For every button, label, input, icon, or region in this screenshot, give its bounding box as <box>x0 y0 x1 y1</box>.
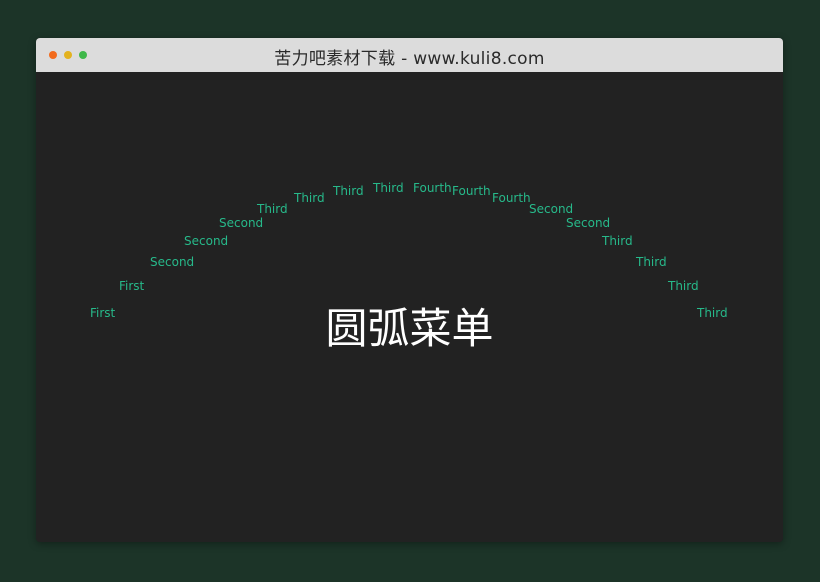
arc-menu-item-fourth[interactable]: Fourth <box>452 184 491 198</box>
arc-menu-item-third[interactable]: Third <box>257 202 288 216</box>
browser-window: 苦力吧素材下载 - www.kuli8.com First First Seco… <box>36 38 783 542</box>
arc-menu-item-second[interactable]: Second <box>566 216 610 230</box>
arc-menu-item-third[interactable]: Third <box>668 279 699 293</box>
page-title: 圆弧菜单 <box>325 304 494 353</box>
arc-menu-item-third[interactable]: Third <box>373 181 404 195</box>
arc-menu-item-third[interactable]: Third <box>602 234 633 248</box>
arc-menu-item-fourth[interactable]: Fourth <box>492 191 531 205</box>
window-title: 苦力吧素材下载 - www.kuli8.com <box>274 49 545 69</box>
arc-menu-item-third[interactable]: Third <box>333 184 364 198</box>
arc-menu-item-second[interactable]: Second <box>150 255 194 269</box>
arc-menu-item-fourth[interactable]: Fourth <box>413 181 452 195</box>
arc-menu-item-third[interactable]: Third <box>636 255 667 269</box>
window-titlebar: 苦力吧素材下载 - www.kuli8.com <box>36 38 783 73</box>
arc-menu-item-second[interactable]: Second <box>184 234 228 248</box>
arc-menu-item-first[interactable]: First <box>119 279 144 293</box>
arc-menu-item-second[interactable]: Second <box>529 202 573 216</box>
arc-menu-item-third[interactable]: Third <box>294 191 325 205</box>
arc-menu-item-second[interactable]: Second <box>219 216 263 230</box>
page-content: First First Second Second Second Third T… <box>36 72 783 542</box>
